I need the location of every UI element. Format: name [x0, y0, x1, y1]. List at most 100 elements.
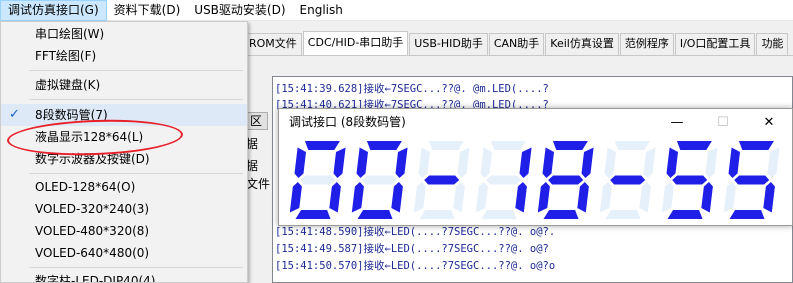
segment-c: [639, 182, 651, 213]
segment-c: [453, 182, 465, 213]
segment-e: [537, 182, 550, 213]
segment-f: [666, 147, 678, 178]
seven-segment-digit: [723, 141, 780, 219]
segment-a: [738, 141, 774, 150]
menu-bar: 调试仿真接口(G) 资料下载(D) USB驱动安装(D) English: [0, 0, 793, 21]
menu-item-voled-480x320[interactable]: VOLED-480*320(8): [1, 220, 247, 242]
segment-f: [728, 147, 740, 178]
check-icon: ✓: [9, 107, 20, 122]
menu-item-oled-128x64[interactable]: OLED-128*64(O): [1, 176, 247, 198]
tab-rom-file[interactable]: ROM文件: [244, 33, 302, 55]
menu-item-serial-plot[interactable]: 串口绘图(W): [1, 23, 247, 45]
segment-d: [605, 210, 641, 219]
menu-separator: [29, 70, 243, 71]
seven-segment-digit: [661, 141, 718, 219]
menu-debug-interface[interactable]: 调试仿真接口(G): [0, 0, 107, 21]
log-line: [15:41:39.628]接收←7SEGC...??@. @m.LED(...…: [275, 83, 549, 95]
menu-item-voled-640x480[interactable]: VOLED-640*480(0): [1, 242, 247, 264]
log-line: [15:41:49.587]接收←LED(....?7SEGC...??@. o…: [275, 243, 549, 255]
seven-segment-digit: [599, 141, 656, 219]
segment-g: [424, 175, 460, 185]
segment-a: [366, 141, 402, 150]
segment-b: [705, 147, 718, 178]
menu-separator: [29, 99, 243, 100]
segment-e: [289, 182, 302, 213]
segment-c: [329, 182, 341, 213]
segment-b: [395, 147, 408, 178]
segment-b: [581, 147, 594, 178]
segment-f: [542, 147, 554, 178]
segment-c: [701, 182, 713, 213]
segment-e: [413, 182, 426, 213]
segment-c: [763, 182, 775, 213]
debug-interface-dropdown: 串口绘图(W) FFT绘图(F) 虚拟键盘(K) ✓ 8段数码管(7) 液晶显示…: [0, 21, 248, 283]
menu-separator: [29, 267, 243, 268]
segment-a: [552, 141, 588, 150]
segment-g: [362, 175, 398, 185]
segment-e: [723, 182, 736, 213]
segment-a: [304, 141, 340, 150]
segment-g: [610, 175, 646, 185]
tab-usb-hid[interactable]: USB-HID助手: [409, 33, 488, 55]
segment-g: [734, 175, 770, 185]
seven-segment-display: [289, 141, 780, 219]
segment-g: [548, 175, 584, 185]
segment-a: [676, 141, 712, 150]
maximize-icon[interactable]: ☐: [700, 109, 746, 136]
segment-b: [519, 147, 532, 178]
segment-f: [356, 147, 368, 178]
segment-d: [419, 210, 455, 219]
tab-can[interactable]: CAN助手: [488, 33, 545, 55]
segment-e: [351, 182, 364, 213]
menu-download[interactable]: 资料下载(D): [107, 0, 188, 21]
segment-d: [357, 210, 393, 219]
tab-cdc-hid-serial[interactable]: CDC/HID-串口助手: [302, 31, 409, 55]
segment-e: [475, 182, 488, 213]
segment-f: [418, 147, 430, 178]
segment-d: [729, 210, 765, 219]
menu-item-voled-320x240[interactable]: VOLED-320*240(3): [1, 198, 247, 220]
segment-c: [577, 182, 589, 213]
menu-item-led-dip40[interactable]: 数字柱-LED-DIP40(4): [1, 270, 247, 282]
menu-english[interactable]: English: [293, 0, 350, 21]
segment-d: [543, 210, 579, 219]
segment-d: [295, 210, 331, 219]
seven-segment-digit: [351, 141, 408, 219]
tab-keil-sim[interactable]: Keil仿真设置: [545, 33, 619, 55]
seven-segment-digit: [413, 141, 470, 219]
segment-b: [457, 147, 470, 178]
close-icon[interactable]: ✕: [746, 109, 792, 136]
segment-a: [428, 141, 464, 150]
segment-a: [614, 141, 650, 150]
window-title: 调试接口 (8段数码管): [289, 115, 406, 129]
seven-segment-digit: [289, 141, 346, 219]
side-label-file: 文件: [246, 177, 271, 191]
tab-examples[interactable]: 范例程序: [619, 33, 674, 55]
menu-separator: [29, 173, 243, 174]
tab-io-config[interactable]: I/O口配置工具: [674, 33, 756, 55]
segment-b: [333, 147, 346, 178]
segment-e: [661, 182, 674, 213]
window-titlebar[interactable]: 调试接口 (8段数码管) — ☐ ✕: [279, 109, 792, 136]
seven-segment-digit: [537, 141, 594, 219]
segment-g: [486, 175, 522, 185]
menu-usb-driver[interactable]: USB驱动安装(D): [187, 0, 292, 21]
log-line: [15:41:48.590]接收←LED(....?7SEGC...??@. o…: [275, 226, 556, 238]
seven-segment-window: 调试接口 (8段数码管) — ☐ ✕: [278, 108, 793, 226]
tool-tabs: ROM文件 CDC/HID-串口助手 USB-HID助手 CAN助手 Keil仿…: [244, 31, 790, 55]
segment-f: [480, 147, 492, 178]
tab-functions[interactable]: 功能: [756, 33, 789, 55]
log-line: [15:41:50.570]接收←LED(....?7SEGC...??@. o…: [275, 260, 556, 272]
menu-item-fft-plot[interactable]: FFT绘图(F): [1, 45, 247, 67]
segment-d: [481, 210, 517, 219]
segment-a: [490, 141, 526, 150]
segment-g: [672, 175, 708, 185]
segment-f: [294, 147, 306, 178]
segment-b: [643, 147, 656, 178]
menu-item-virtual-keyboard[interactable]: 虚拟键盘(K): [1, 74, 247, 96]
segment-g: [300, 175, 336, 185]
segment-d: [667, 210, 703, 219]
minimize-icon[interactable]: —: [654, 109, 700, 136]
seven-segment-digit: [475, 141, 532, 219]
tabs-divider: [244, 55, 793, 56]
